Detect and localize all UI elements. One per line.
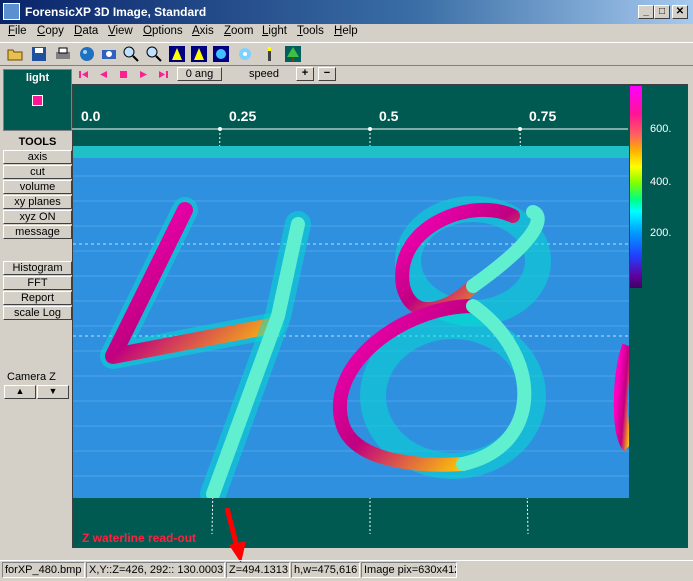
- wand-icon[interactable]: [260, 45, 278, 63]
- status-hw: h,w=475,616: [291, 562, 360, 578]
- speed-minus-button[interactable]: −: [318, 67, 336, 81]
- annotation-arrow-icon: [224, 507, 246, 563]
- camera-up-button[interactable]: ▲: [4, 385, 36, 399]
- menu-data[interactable]: Data: [74, 25, 98, 37]
- colorbar-label-400: 400.: [650, 176, 672, 188]
- open-icon[interactable]: [6, 45, 24, 63]
- minimize-button[interactable]: _: [638, 5, 654, 19]
- last-frame-icon[interactable]: [157, 68, 170, 81]
- zoom-in-icon[interactable]: [122, 45, 140, 63]
- light-c-icon[interactable]: [212, 45, 230, 63]
- menu-zoom[interactable]: Zoom: [224, 25, 253, 37]
- first-frame-icon[interactable]: [77, 68, 90, 81]
- histogram-button[interactable]: Histogram: [3, 261, 72, 275]
- speed-plus-button[interactable]: +: [296, 67, 314, 81]
- menu-view[interactable]: View: [108, 25, 133, 37]
- play-icon[interactable]: [137, 68, 150, 81]
- surface-image[interactable]: [73, 146, 629, 498]
- maximize-button[interactable]: □: [654, 5, 670, 19]
- menu-copy[interactable]: Copy: [37, 25, 64, 37]
- xyz-on-button[interactable]: xyz ON: [3, 210, 72, 224]
- volume-button[interactable]: volume: [3, 180, 72, 194]
- message-button[interactable]: message: [3, 225, 72, 239]
- axis-button[interactable]: axis: [3, 150, 72, 164]
- cut-button[interactable]: cut: [3, 165, 72, 179]
- light-indicator[interactable]: [32, 95, 43, 106]
- prev-frame-icon[interactable]: [97, 68, 110, 81]
- save-icon[interactable]: [30, 45, 48, 63]
- close-button[interactable]: ✕: [672, 5, 688, 19]
- light-d-icon[interactable]: [236, 45, 254, 63]
- fft-button[interactable]: FFT: [3, 276, 72, 290]
- menu-file[interactable]: File: [8, 25, 27, 37]
- waterline-annotation: Z waterline read-out: [82, 531, 197, 545]
- menu-tools[interactable]: Tools: [297, 25, 324, 37]
- report-button[interactable]: Report: [3, 291, 72, 305]
- camera-z-label: Camera Z: [7, 371, 56, 383]
- speed-label: speed: [249, 68, 279, 80]
- app-icon[interactable]: [3, 3, 20, 20]
- status-pix: Image pix=630x412: [361, 562, 457, 578]
- scale-log-button[interactable]: scale Log: [3, 306, 72, 320]
- zoom-out-icon[interactable]: [145, 45, 163, 63]
- camera-icon[interactable]: [100, 45, 118, 63]
- colorbar-label-200: 200.: [650, 227, 672, 239]
- menu-light[interactable]: Light: [262, 25, 287, 37]
- status-file: forXP_480.bmp: [2, 562, 85, 578]
- light-a-icon[interactable]: [168, 45, 186, 63]
- sphere-icon[interactable]: [78, 45, 96, 63]
- window-title: ForensicXP 3D Image, Standard: [25, 5, 207, 19]
- menu-axis[interactable]: Axis: [192, 25, 214, 37]
- colorbar-label-600: 600.: [650, 123, 672, 135]
- light-panel-title: light: [25, 72, 50, 84]
- tree-icon[interactable]: [284, 45, 302, 63]
- xy-planes-button[interactable]: xy planes: [3, 195, 72, 209]
- menu-options[interactable]: Options: [143, 25, 183, 37]
- light-b-icon[interactable]: [190, 45, 208, 63]
- status-z: Z=494.1313: [226, 562, 290, 578]
- camera-down-button[interactable]: ▼: [37, 385, 69, 399]
- print-icon[interactable]: [54, 45, 72, 63]
- menu-help[interactable]: Help: [334, 25, 358, 37]
- angle-field[interactable]: 0 ang: [177, 67, 222, 81]
- stop-icon[interactable]: [117, 68, 130, 81]
- tools-title: TOOLS: [18, 136, 57, 148]
- status-xyz: X,Y::Z=426, 292:: 130.0003: [86, 562, 225, 578]
- colorbar: [630, 86, 642, 288]
